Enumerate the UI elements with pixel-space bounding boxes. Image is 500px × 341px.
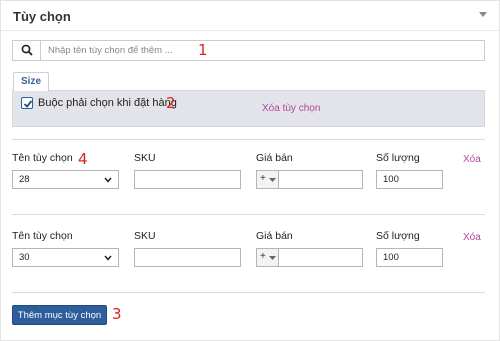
annotation-2: 2 (166, 94, 176, 112)
price-sign-value: + (260, 251, 266, 262)
option-search (12, 40, 485, 61)
checkmark-icon (23, 100, 33, 108)
quantity-column-label: Số lượng (376, 230, 420, 242)
search-icon (21, 44, 33, 56)
name-column-label: Tên tùy chọn (12, 230, 73, 242)
name-column-label: Tên tùy chọn (12, 152, 73, 164)
option-group-bar: Buộc phải chọn khi đặt hàng Xóa tùy chọn (12, 90, 485, 127)
required-checkbox-label: Buộc phải chọn khi đặt hàng (38, 97, 177, 109)
price-field: + (256, 248, 363, 267)
price-column-label: Giá bán (256, 152, 293, 164)
divider (12, 292, 485, 293)
tab-size[interactable]: Size (13, 72, 49, 91)
price-input[interactable] (278, 248, 363, 267)
annotation-3: 3 (112, 305, 122, 323)
divider (12, 214, 485, 215)
option-name-value: 28 (19, 174, 30, 185)
sku-column-label: SKU (134, 230, 156, 242)
remove-option-link[interactable]: Xóa tùy chọn (262, 103, 320, 114)
annotation-1: 1 (198, 41, 208, 59)
quantity-input[interactable] (376, 248, 443, 267)
search-addon[interactable] (13, 41, 41, 60)
price-sign-value: + (260, 173, 266, 184)
tab-size-label: Size (21, 76, 42, 87)
panel-header[interactable]: Tùy chọn (1, 1, 499, 31)
price-field: + (256, 170, 363, 189)
price-input[interactable] (278, 170, 363, 189)
delete-item-link[interactable]: Xóa (463, 232, 481, 243)
sku-input[interactable] (134, 170, 241, 189)
price-column-label: Giá bán (256, 230, 293, 242)
add-option-item-button[interactable]: Thêm mục tùy chọn (12, 305, 107, 325)
option-name-value: 30 (19, 252, 30, 263)
chevron-down-icon (104, 177, 112, 183)
required-checkbox[interactable] (21, 97, 33, 109)
chevron-down-icon (104, 255, 112, 261)
delete-item-link[interactable]: Xóa (463, 154, 481, 165)
quantity-column-label: Số lượng (376, 152, 420, 164)
option-name-select[interactable]: 30 (12, 248, 119, 267)
sku-input[interactable] (134, 248, 241, 267)
search-input[interactable] (48, 41, 478, 60)
option-name-select[interactable]: 28 (12, 170, 119, 189)
price-sign-select[interactable]: + (256, 248, 279, 267)
sku-column-label: SKU (134, 152, 156, 164)
caret-down-icon (269, 256, 276, 260)
quantity-input[interactable] (376, 170, 443, 189)
divider (12, 139, 485, 140)
price-sign-select[interactable]: + (256, 170, 279, 189)
annotation-4: 4 (78, 150, 88, 168)
panel-title: Tùy chọn (13, 9, 71, 24)
collapse-caret-icon[interactable] (479, 12, 487, 17)
option-item-row: Tên tùy chọn SKU Giá bán Số lượng Xóa 30… (12, 230, 490, 280)
caret-down-icon (269, 178, 276, 182)
